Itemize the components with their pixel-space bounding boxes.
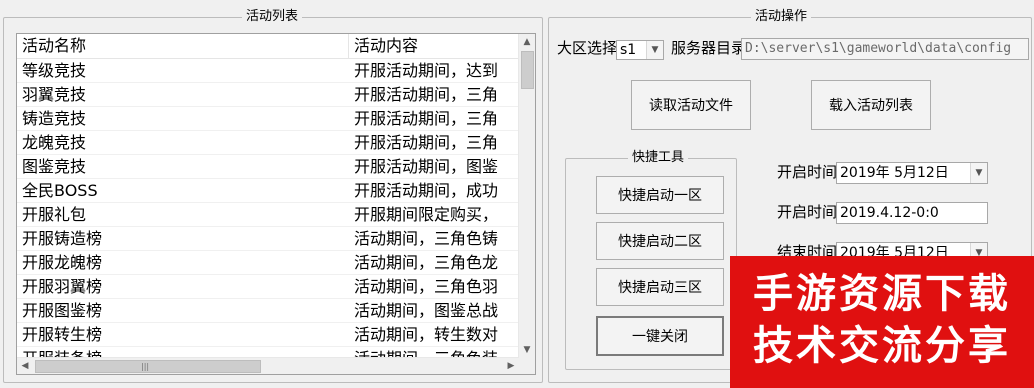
quick-tools-title: 快捷工具 — [628, 150, 689, 166]
read-activity-file-button[interactable]: 读取活动文件 — [631, 80, 751, 130]
grip-icon: ||| — [141, 362, 150, 371]
start-time-field[interactable]: 2019.4.12-0:0 — [836, 202, 988, 224]
activity-content-cell: 活动期间，三角色羽 — [354, 277, 499, 296]
scroll-up-arrow-icon[interactable]: ▲ — [519, 34, 535, 50]
column-header-content[interactable]: 活动内容 — [349, 34, 519, 58]
list-row[interactable]: 龙魄竞技 开服活动期间，三角 — [17, 131, 519, 155]
scroll-corner — [519, 358, 535, 374]
activity-content-cell: 开服活动期间，成功 — [354, 181, 499, 200]
chevron-down-icon[interactable]: ▼ — [646, 41, 663, 59]
activity-name-cell: 图鉴竞技 — [22, 157, 87, 176]
list-row[interactable]: 图鉴竞技 开服活动期间，图鉴 — [17, 155, 519, 179]
listview-rows: 等级竞技 开服活动期间，达到 羽翼竞技 开服活动期间，三角 铸造竞技 开服活动期间，三角龙… — [17, 59, 519, 371]
activity-content-cell: 开服活动期间，三角 — [354, 133, 499, 152]
activity-name-cell: 羽翼竞技 — [22, 85, 87, 104]
horizontal-scroll-thumb[interactable]: ||| — [35, 360, 261, 373]
quick-tools-group: 快捷工具 快捷启动一区 快捷启动二区 快捷启动三区 一键关闭 — [565, 150, 737, 370]
chevron-down-icon[interactable]: ▼ — [970, 163, 987, 183]
activity-content-cell: 开服期间限定购买， — [354, 205, 499, 224]
activity-name-cell: 等级竞技 — [22, 61, 87, 80]
region-label: 大区选择 — [557, 39, 618, 57]
activity-content-cell: 活动期间，三角色铸 — [354, 229, 499, 248]
start-time-label: 开启时间 — [777, 163, 838, 181]
activity-name-cell: 开服转生榜 — [22, 325, 103, 344]
activity-name-cell: 开服铸造榜 — [22, 229, 103, 248]
list-row[interactable]: 开服铸造榜 活动期间，三角色铸 — [17, 227, 519, 251]
activity-content-cell: 开服活动期间，图鉴 — [354, 157, 499, 176]
server-dir-field[interactable]: D:\server\s1\gameworld\data\config — [741, 38, 1029, 60]
list-row[interactable]: 开服转生榜 活动期间，转生数对 — [17, 323, 519, 347]
activity-name-cell: 铸造竞技 — [22, 109, 87, 128]
list-row[interactable]: 开服羽翼榜 活动期间，三角色羽 — [17, 275, 519, 299]
activity-content-cell: 开服活动期间，达到 — [354, 61, 499, 80]
activity-content-cell: 活动期间，三角色龙 — [354, 253, 499, 272]
region-select[interactable]: s1 ▼ — [616, 40, 664, 60]
list-row[interactable]: 铸造竞技 开服活动期间，三角 — [17, 107, 519, 131]
scroll-right-arrow-icon[interactable]: ▶ — [503, 358, 519, 374]
activity-name-cell: 龙魄竞技 — [22, 133, 87, 152]
load-activity-list-button[interactable]: 载入活动列表 — [811, 80, 931, 130]
list-row[interactable]: 开服龙魄榜 活动期间，三角色龙 — [17, 251, 519, 275]
list-row[interactable]: 全民BOSS 开服活动期间，成功 — [17, 179, 519, 203]
start-date-picker[interactable]: 2019年 5月12日 ▼ — [836, 162, 988, 184]
quick-start-zone1-button[interactable]: 快捷启动一区 — [596, 176, 724, 214]
horizontal-scrollbar[interactable]: ◀ ||| ▶ — [17, 357, 519, 374]
scroll-down-arrow-icon[interactable]: ▼ — [519, 342, 535, 358]
listview-header: 活动名称 活动内容 — [17, 34, 519, 59]
activity-content-cell: 开服活动期间，三角 — [354, 85, 499, 104]
activity-listview[interactable]: 活动名称 活动内容 等级竞技 开服活动期间，达到 羽翼竞技 开服活动期间，三角 铸造竞技… — [16, 33, 536, 375]
watermark-banner: 手游资源下载 技术交流分享 — [730, 256, 1034, 388]
activity-content-cell: 活动期间，图鉴总战 — [354, 301, 499, 320]
activity-name-cell: 全民BOSS — [22, 181, 98, 200]
list-row[interactable]: 开服图鉴榜 活动期间，图鉴总战 — [17, 299, 519, 323]
activity-name-cell: 开服图鉴榜 — [22, 301, 103, 320]
activity-content-cell: 开服活动期间，三角 — [354, 109, 499, 128]
start-date-value: 2019年 5月12日 — [840, 165, 949, 181]
vertical-scroll-thumb[interactable] — [521, 51, 534, 89]
server-dir-label: 服务器目录 — [671, 39, 747, 57]
watermark-line-2: 技术交流分享 — [753, 323, 1011, 369]
list-row[interactable]: 等级竞技 开服活动期间，达到 — [17, 59, 519, 83]
activity-name-cell: 开服羽翼榜 — [22, 277, 103, 296]
watermark-line-1: 手游资源下载 — [753, 271, 1011, 317]
column-header-name[interactable]: 活动名称 — [17, 34, 349, 58]
list-row[interactable]: 羽翼竞技 开服活动期间，三角 — [17, 83, 519, 107]
activity-list-title: 活动列表 — [242, 9, 303, 25]
activity-ops-title: 活动操作 — [751, 9, 812, 25]
activity-name-cell: 开服龙魄榜 — [22, 253, 103, 272]
close-all-button[interactable]: 一键关闭 — [596, 316, 724, 356]
activity-name-cell: 开服礼包 — [22, 205, 87, 224]
quick-start-zone2-button[interactable]: 快捷启动二区 — [596, 222, 724, 260]
scroll-left-arrow-icon[interactable]: ◀ — [17, 358, 33, 374]
activity-list-group: 活动列表 活动名称 活动内容 等级竞技 开服活动期间，达到 羽翼竞技 开服活动期间，三… — [3, 9, 543, 383]
quick-start-zone3-button[interactable]: 快捷启动三区 — [596, 268, 724, 306]
activity-content-cell: 活动期间，转生数对 — [354, 325, 499, 344]
region-select-value: s1 — [620, 42, 637, 58]
vertical-scrollbar[interactable]: ▲ ▼ — [518, 34, 535, 358]
start-time-label-2: 开启时间 — [777, 203, 838, 221]
list-row[interactable]: 开服礼包 开服期间限定购买， — [17, 203, 519, 227]
